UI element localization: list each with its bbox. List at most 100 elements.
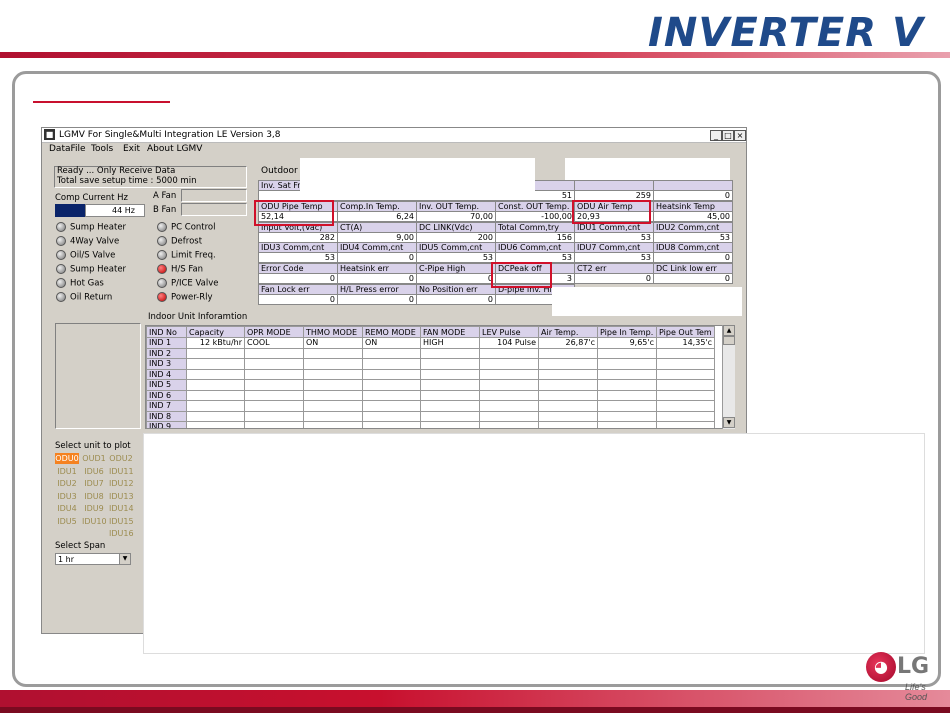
indoor-cell bbox=[656, 379, 715, 391]
scroll-down-icon[interactable]: ▼ bbox=[723, 417, 735, 428]
unit-idu5[interactable]: IDU5 bbox=[55, 516, 79, 527]
status-box: Ready ... Only Receive Data Total save s… bbox=[54, 166, 247, 188]
led-indicator-icon bbox=[157, 222, 167, 232]
indoor-cell bbox=[420, 400, 480, 412]
indoor-cell bbox=[362, 400, 421, 412]
window-titlebar[interactable]: ■ LGMV For Single&Multi Integration LE V… bbox=[42, 128, 746, 143]
indoor-cell bbox=[186, 379, 245, 391]
indoor-cell bbox=[244, 410, 304, 422]
outdoor-param-value: 200 bbox=[416, 231, 496, 243]
indoor-cell bbox=[479, 400, 539, 412]
indoor-cell bbox=[420, 368, 480, 380]
indoor-cell bbox=[362, 389, 421, 401]
indoor-column-header[interactable]: OPR MODE bbox=[244, 326, 304, 338]
indoor-table-row[interactable]: IND 5 bbox=[146, 379, 715, 391]
indoor-cell bbox=[479, 368, 539, 380]
scroll-up-icon[interactable]: ▲ bbox=[723, 325, 735, 336]
indoor-column-header[interactable]: IND No bbox=[146, 326, 187, 338]
indoor-column-header[interactable]: Pipe In Temp. bbox=[597, 326, 657, 338]
close-button[interactable]: × bbox=[734, 130, 746, 141]
led-indicator-icon bbox=[56, 264, 66, 274]
indoor-cell bbox=[538, 400, 598, 412]
footer-strip bbox=[0, 707, 950, 713]
outdoor-param-value: 53 bbox=[416, 252, 496, 264]
indoor-column-header[interactable]: Air Temp. bbox=[538, 326, 598, 338]
unit-idu16[interactable]: IDU16 bbox=[109, 528, 134, 539]
outdoor-param-value: 6,24 bbox=[337, 210, 417, 222]
indoor-cell bbox=[597, 389, 657, 401]
scroll-thumb[interactable] bbox=[723, 336, 735, 345]
indoor-cell bbox=[538, 421, 598, 428]
indoor-cell bbox=[244, 358, 304, 370]
indoor-cell bbox=[420, 410, 480, 422]
indoor-table-row[interactable]: IND 6 bbox=[146, 389, 715, 401]
unit-idu7[interactable]: IDU7 bbox=[82, 478, 106, 489]
led-oil-return: Oil Return bbox=[56, 292, 126, 306]
indoor-column-header[interactable]: Capacity bbox=[186, 326, 245, 338]
menu-about[interactable]: About LGMV bbox=[147, 144, 202, 154]
minimize-button[interactable]: _ bbox=[710, 130, 722, 141]
unit-idu3[interactable]: IDU3 bbox=[55, 491, 79, 502]
unit-idu10[interactable]: IDU10 bbox=[82, 516, 107, 527]
outdoor-param-value: 70,00 bbox=[416, 210, 496, 222]
unit-odu0[interactable]: ODU0 bbox=[55, 453, 79, 464]
indoor-table-row[interactable]: IND 1 12 kBtu/hr COOL ON ON HIGH 104 Pulse 26,8… bbox=[146, 337, 715, 349]
select-unit-label: Select unit to plot bbox=[55, 441, 131, 451]
unit-oud1[interactable]: OUD1 bbox=[82, 453, 106, 464]
led-column-right: PC Control Defrost Limit Freq. H/S Fan P… bbox=[157, 222, 219, 306]
indoor-table-row[interactable]: IND 8 bbox=[146, 410, 715, 422]
indoor-cell bbox=[303, 389, 363, 401]
unit-idu12[interactable]: IDU12 bbox=[109, 478, 134, 489]
menu-exit[interactable]: Exit bbox=[123, 144, 140, 154]
indoor-cell: 9,65'c bbox=[597, 337, 657, 349]
indoor-table-row[interactable]: IND 4 bbox=[146, 368, 715, 380]
indoor-column-header[interactable]: FAN MODE bbox=[420, 326, 480, 338]
indoor-cell bbox=[479, 379, 539, 391]
unit-idu9[interactable]: IDU9 bbox=[82, 503, 106, 514]
outdoor-param-value: 282 bbox=[258, 231, 338, 243]
menu-tools[interactable]: Tools bbox=[91, 144, 113, 154]
indoor-cell bbox=[538, 358, 598, 370]
menu-datafile[interactable]: DataFile bbox=[49, 144, 86, 154]
indoor-column-header[interactable]: LEV Pulse bbox=[479, 326, 539, 338]
highlight-odu-pipe-temp bbox=[254, 200, 334, 226]
unit-idu15[interactable]: IDU15 bbox=[109, 516, 134, 527]
indoor-unit-id: IND 1 bbox=[146, 337, 187, 349]
unit-idu6[interactable]: IDU6 bbox=[82, 466, 106, 477]
indoor-table-row[interactable]: IND 2 bbox=[146, 347, 715, 359]
led-oil-s-valve: Oil/S Valve bbox=[56, 250, 126, 264]
indoor-column-header[interactable]: THMO MODE bbox=[303, 326, 363, 338]
outdoor-param-value: 0 bbox=[258, 273, 338, 285]
indoor-table-row[interactable]: IND 7 bbox=[146, 400, 715, 412]
outdoor-param-value: 53 bbox=[574, 231, 654, 243]
unit-idu4[interactable]: IDU4 bbox=[55, 503, 79, 514]
select-span-dropdown[interactable]: 1 hr ▼ bbox=[55, 553, 131, 565]
unit-idu14[interactable]: IDU14 bbox=[109, 503, 134, 514]
indoor-column-header[interactable]: Pipe Out Tem bbox=[656, 326, 715, 338]
unit-idu11[interactable]: IDU11 bbox=[109, 466, 134, 477]
indoor-scrollbar[interactable]: ▲ ▼ bbox=[722, 325, 735, 429]
a-fan-field bbox=[181, 189, 247, 202]
lg-slogan: Life's Good bbox=[905, 682, 928, 702]
led-indicator-icon bbox=[157, 278, 167, 288]
chevron-down-icon[interactable]: ▼ bbox=[119, 554, 130, 564]
outdoor-param-value: 0 bbox=[258, 294, 338, 305]
indoor-cell bbox=[420, 389, 480, 401]
indoor-table-row[interactable]: IND 3 bbox=[146, 358, 715, 370]
led-column-left: Sump Heater 4Way Valve Oil/S Valve Sump … bbox=[56, 222, 126, 306]
unit-idu13[interactable]: IDU13 bbox=[109, 491, 134, 502]
unit-idu8[interactable]: IDU8 bbox=[82, 491, 106, 502]
indoor-cell bbox=[420, 347, 480, 359]
unit-idu2[interactable]: IDU2 bbox=[55, 478, 79, 489]
led-indicator-icon bbox=[56, 236, 66, 246]
indoor-cell: 14,35'c bbox=[656, 337, 715, 349]
outdoor-param-value: 156 bbox=[495, 231, 575, 243]
indoor-column-header[interactable]: REMO MODE bbox=[362, 326, 421, 338]
unit-idu1[interactable]: IDU1 bbox=[55, 466, 79, 477]
indoor-cell bbox=[303, 400, 363, 412]
indoor-cell bbox=[538, 389, 598, 401]
maximize-button[interactable]: □ bbox=[722, 130, 734, 141]
indoor-table-row[interactable]: IND 9 bbox=[146, 421, 715, 428]
top-red-rule bbox=[0, 52, 950, 58]
unit-odu2[interactable]: ODU2 bbox=[109, 453, 133, 464]
